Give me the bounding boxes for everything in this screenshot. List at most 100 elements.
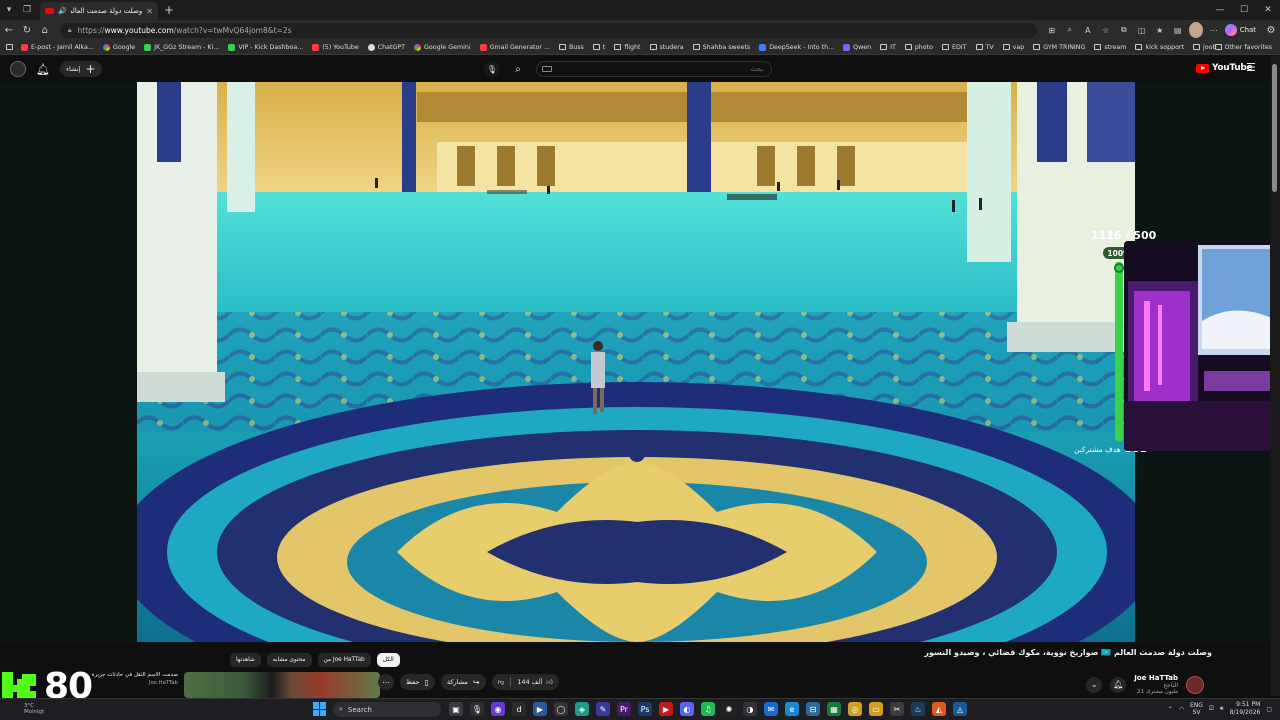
microphone-app-icon[interactable]: 🎙︎ — [470, 702, 484, 716]
task-view-icon[interactable]: ▣ — [449, 702, 463, 716]
youtube-logo[interactable]: YouTube — [1196, 63, 1253, 73]
minimize-icon[interactable]: — — [1208, 0, 1232, 20]
search-input[interactable] — [536, 61, 772, 77]
spreadsheet-icon[interactable]: ▦ — [827, 702, 841, 716]
media-app-icon[interactable]: ▶ — [533, 702, 547, 716]
mail-icon[interactable]: ✉ — [764, 702, 778, 716]
recommended-video-card[interactable]: صدمت الأسم الثقل في حادثات جزيرة دوري ..… — [90, 672, 380, 698]
tray-overflow-icon[interactable]: ⌃ — [1168, 706, 1173, 713]
chrome-icon[interactable]: ◎ — [848, 702, 862, 716]
profile-avatar[interactable] — [1188, 22, 1203, 38]
like-button[interactable]: 144 ألف 👍︎ — [511, 674, 559, 690]
close-window-icon[interactable]: ✕ — [1256, 0, 1280, 20]
more-menu-icon[interactable]: ⋯ — [1207, 22, 1221, 38]
bookmark-item[interactable]: vap — [1002, 44, 1024, 51]
video-player[interactable] — [137, 82, 1135, 642]
close-tab-icon[interactable]: ✕ — [146, 7, 153, 16]
notion-icon[interactable]: ◑ — [743, 702, 757, 716]
steam-icon[interactable]: ♨ — [911, 702, 925, 716]
channel-name[interactable]: Joe HaTTab — [1134, 674, 1178, 682]
address-input[interactable]: 🔒︎ https://www.youtube.com/watch?v=twMvQ… — [59, 22, 1037, 38]
bookmark-item[interactable]: Qwen — [843, 43, 871, 51]
spotify-icon[interactable]: ♫ — [701, 702, 715, 716]
app-install-icon[interactable]: ⊞ — [1045, 22, 1059, 38]
home-icon[interactable]: ⌂ — [36, 20, 54, 40]
browser-tab-active[interactable]: 🔊 وصلت دولة صدمت العالم 🇰🇿 ✕ — [40, 2, 158, 20]
copilot-chat-button[interactable]: Chat — [1224, 24, 1256, 36]
keyboard-icon[interactable] — [542, 66, 552, 72]
dislike-button[interactable]: 👎︎ — [492, 674, 511, 690]
tool-app-icon[interactable]: ✂ — [890, 702, 904, 716]
zoom-icon[interactable]: ⌕ — [1063, 22, 1077, 38]
bookmark-item[interactable]: Shahba sweets — [692, 44, 750, 51]
bookmark-item[interactable]: stream — [1094, 44, 1126, 51]
bookmark-item[interactable]: IT — [880, 44, 896, 51]
other-favorites[interactable]: Other favorites — [1214, 44, 1272, 51]
read-aloud-icon[interactable]: A — [1081, 22, 1095, 38]
bookmark-item[interactable]: (5) YouTube — [312, 43, 359, 51]
photoshop-icon[interactable]: Ps — [638, 702, 652, 716]
notifications-bell-icon[interactable]: 🔔︎ — [32, 56, 54, 82]
search-icon[interactable]: ⌕ — [508, 61, 528, 77]
taskbar-search[interactable]: ⌕ Search — [333, 702, 441, 717]
favorite-star-icon[interactable]: ☆ — [1099, 22, 1113, 38]
workspaces-icon[interactable]: ❐ — [18, 0, 36, 20]
bookmark-item[interactable]: Buss — [558, 44, 584, 51]
davinci-icon[interactable]: d — [512, 702, 526, 716]
kick-app-icon[interactable]: ◈ — [575, 702, 589, 716]
obs-icon[interactable]: ◉ — [491, 702, 505, 716]
weather-widget[interactable]: 3°C Molnigt — [24, 703, 44, 715]
bookmark-item[interactable]: DeepSeek - Into th... — [759, 43, 834, 51]
bookmarks-folder-icon[interactable] — [6, 44, 13, 50]
bookmark-item[interactable]: JK_GGz Stream - Ki... — [144, 43, 219, 51]
more-actions-icon[interactable]: ⋯ — [378, 674, 394, 690]
chatgpt-icon[interactable]: ✺ — [722, 702, 736, 716]
bookmark-item[interactable]: E-post - Jamil Alka... — [21, 43, 94, 51]
favorites-icon[interactable]: ★ — [1153, 22, 1167, 38]
bookmark-item[interactable]: joob — [1192, 44, 1216, 51]
start-button[interactable] — [313, 702, 327, 716]
tab-audio-icon[interactable]: 🔊 — [58, 7, 67, 15]
chip-all[interactable]: الكل — [376, 653, 400, 667]
tab-actions-icon[interactable]: ▾ — [0, 0, 18, 20]
refresh-icon[interactable]: ↻ — [18, 20, 36, 40]
youtube-app-icon[interactable]: ▶ — [659, 702, 673, 716]
subscribe-chevron-icon[interactable]: ⌄ — [1086, 676, 1103, 693]
bookmark-item[interactable]: TV — [975, 44, 994, 51]
bookmark-item[interactable]: Google — [102, 43, 135, 51]
explorer-icon[interactable]: ▭ — [869, 702, 883, 716]
github-icon[interactable]: ◯ — [554, 702, 568, 716]
discord-icon[interactable]: ◐ — [680, 702, 694, 716]
bookmark-item[interactable]: t — [592, 44, 605, 51]
settings-icon[interactable]: ⚙ — [1262, 20, 1280, 40]
notifications-icon[interactable]: ▢ — [1266, 706, 1272, 713]
microphone-icon[interactable]: 🎙︎ — [484, 61, 500, 77]
language-indicator[interactable]: ENG SV — [1190, 702, 1203, 716]
save-button[interactable]: حفظ ▯ — [400, 674, 435, 690]
brave-icon[interactable]: ◭ — [932, 702, 946, 716]
page-scrollbar[interactable] — [1270, 56, 1280, 696]
edge-icon[interactable]: e — [785, 702, 799, 716]
bookmark-item[interactable]: ChatGPT — [367, 43, 405, 51]
subscription-bell-icon[interactable]: 🔔︎ — [1110, 676, 1127, 693]
store-icon[interactable]: ⊟ — [806, 702, 820, 716]
premiere-icon[interactable]: Pr — [617, 702, 631, 716]
chip-related[interactable]: محتوى مشابه — [266, 653, 312, 667]
new-tab-button[interactable]: + — [162, 3, 176, 17]
chip-from-channel[interactable]: من Joe HaTTab — [317, 653, 371, 667]
share-button[interactable]: مشاركة ↪ — [440, 674, 486, 690]
split-screen-icon[interactable]: ◫ — [1135, 22, 1149, 38]
user-avatar[interactable] — [10, 61, 26, 77]
bookmark-item[interactable]: studera — [649, 44, 684, 51]
bookmark-item[interactable]: Gmail Generator ... — [479, 43, 550, 51]
maximize-icon[interactable]: ☐ — [1232, 0, 1256, 20]
bookmark-item[interactable]: GYM TRINING — [1033, 44, 1085, 51]
back-icon[interactable]: ← — [0, 20, 18, 40]
recommended-thumbnail[interactable] — [184, 672, 380, 698]
bookmark-item[interactable]: EDIT — [941, 44, 967, 51]
hamburger-menu-icon[interactable]: ☰ — [1246, 61, 1256, 74]
bookmark-item[interactable]: Google Gemini — [414, 43, 471, 51]
chip-watched[interactable]: شاهدتها — [230, 653, 261, 667]
bookmark-item[interactable]: kick sopport — [1135, 44, 1184, 51]
bookmark-item[interactable]: photo — [904, 44, 933, 51]
